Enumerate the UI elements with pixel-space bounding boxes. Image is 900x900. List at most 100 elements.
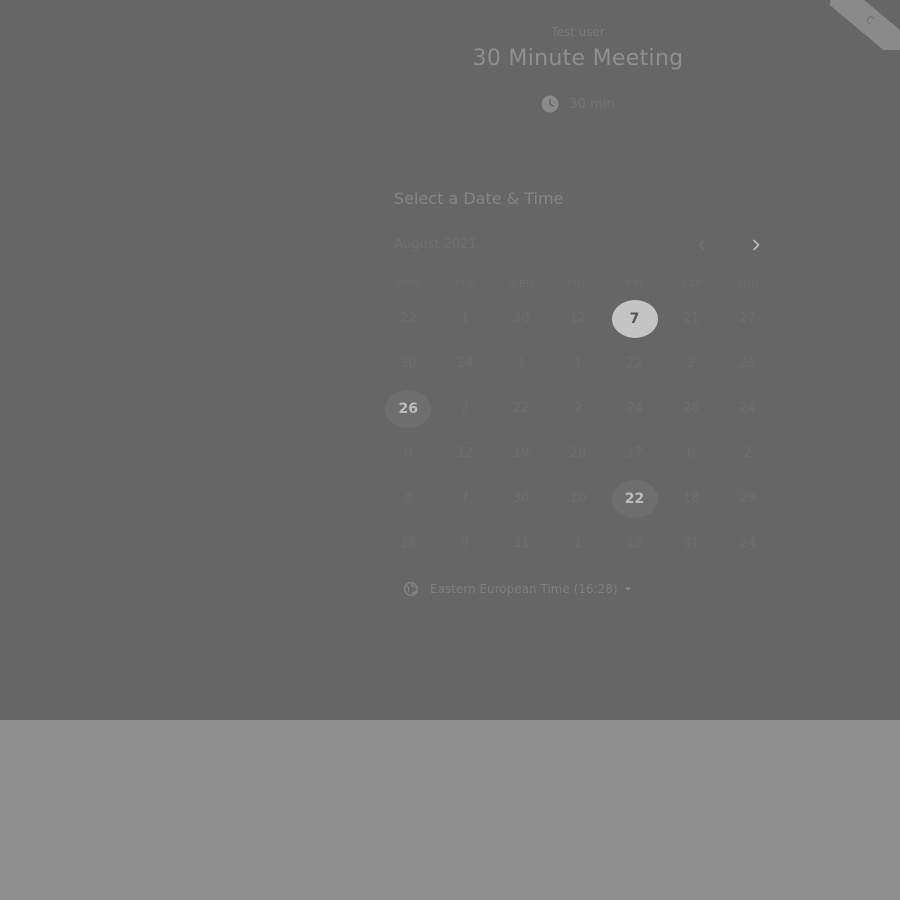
calendar-day-number: 12 bbox=[569, 311, 587, 326]
calendar-day-number: 12 bbox=[456, 446, 474, 461]
calendar-day-number: 28 bbox=[400, 536, 417, 551]
calendar-day: 0 bbox=[663, 431, 720, 476]
calendar-day-number: 18 bbox=[682, 491, 700, 506]
calendar-day: 28 bbox=[550, 431, 607, 476]
calendar-day: 22 bbox=[606, 341, 663, 386]
booking-panel: C Test user 30 Minute Meeting 30 min Sel… bbox=[0, 0, 900, 720]
calendar-day: 2 bbox=[437, 386, 494, 431]
calendar-day: 0 bbox=[380, 431, 437, 476]
weekday-wed: WED bbox=[508, 279, 535, 290]
calendar-day: 18 bbox=[663, 476, 720, 521]
chevron-right-icon bbox=[752, 239, 760, 251]
calendar-day: 1 bbox=[437, 296, 494, 341]
calendar-day-available[interactable]: 26 bbox=[380, 386, 437, 431]
calendar-day-number: 29 bbox=[739, 491, 756, 506]
corner-ribbon-label: C bbox=[830, 0, 900, 50]
calendar-day: 22 bbox=[380, 296, 437, 341]
calendar-day: 19 bbox=[493, 431, 550, 476]
calendar-day-number: 30 bbox=[400, 356, 417, 371]
calendar-day-number: 7 bbox=[611, 299, 658, 338]
calendar-day: 21 bbox=[719, 341, 776, 386]
calendar-day-number: 28 bbox=[682, 401, 700, 416]
calendar-day: 13 bbox=[606, 521, 663, 566]
calendar-day: 12 bbox=[550, 296, 607, 341]
calendar-day-number: 22 bbox=[611, 479, 658, 518]
calendar-day: 9 bbox=[437, 521, 494, 566]
calendar-day: 29 bbox=[719, 476, 776, 521]
weekday-sat: SAT bbox=[680, 279, 702, 290]
calendar-day-number: 2 bbox=[743, 446, 752, 461]
calendar-day-selected[interactable]: 7 bbox=[606, 296, 663, 341]
duration-text: 30 min bbox=[569, 96, 615, 112]
calendar-day-number: 2 bbox=[686, 356, 696, 371]
calendar-day: 27 bbox=[719, 296, 776, 341]
calendar-day-number: 22 bbox=[626, 356, 643, 371]
calendar-day-number: 21 bbox=[739, 356, 756, 371]
timezone-label: Eastern European Time (16:28) bbox=[430, 582, 618, 596]
timezone-selector[interactable]: Eastern European Time (16:28) bbox=[404, 580, 632, 598]
next-month-button[interactable] bbox=[746, 234, 766, 256]
calendar-day-number: 19 bbox=[513, 446, 530, 461]
calendar-day-number: 1 bbox=[460, 311, 469, 326]
calendar-day: 30 bbox=[493, 296, 550, 341]
calendar-day: 2 bbox=[550, 386, 607, 431]
calendar-day: 24 bbox=[606, 386, 663, 431]
calendar-day: 24 bbox=[719, 386, 776, 431]
weekday-tue: TUE bbox=[454, 279, 476, 290]
chevron-left-icon bbox=[698, 239, 705, 251]
calendar-day-number: 30 bbox=[513, 491, 530, 506]
calendar-day-number: 0 bbox=[404, 446, 413, 461]
calendar-day-number: 24 bbox=[456, 356, 474, 371]
weekday-header: MON TUE WED THU FRI SAT SUN bbox=[380, 279, 776, 290]
calendar-day-number: 1 bbox=[573, 536, 583, 551]
calendar-day: 2 bbox=[719, 431, 776, 476]
calendar-day: 1 bbox=[550, 521, 607, 566]
calendar-day: 31 bbox=[663, 521, 720, 566]
globe-icon bbox=[404, 582, 418, 596]
calendar-day: 30 bbox=[493, 476, 550, 521]
clock-icon bbox=[541, 95, 559, 113]
calendar-day-number: 22 bbox=[513, 401, 530, 416]
calendar-day-number: 8 bbox=[404, 491, 413, 506]
calendar-day-available[interactable]: 22 bbox=[606, 476, 663, 521]
previous-month-button[interactable] bbox=[692, 234, 712, 256]
calendar-day: 17 bbox=[606, 431, 663, 476]
event-duration: 30 min bbox=[400, 94, 756, 114]
calendar-day: 2 bbox=[663, 341, 720, 386]
calendar-day-number: 13 bbox=[626, 536, 643, 551]
calendar-day-number: 10 bbox=[569, 491, 587, 506]
weekday-thu: THU bbox=[566, 279, 590, 290]
select-date-title: Select a Date & Time bbox=[394, 189, 564, 208]
calendar-day-number: 2 bbox=[573, 401, 583, 416]
calendar-day: 31 bbox=[493, 521, 550, 566]
calendar-day-number: 7 bbox=[460, 491, 469, 506]
month-label: August 2021 bbox=[394, 237, 477, 252]
host-name: Test user bbox=[551, 25, 605, 39]
booking-page: C Test user 30 Minute Meeting 30 min Sel… bbox=[0, 0, 900, 900]
calendar-day: 28 bbox=[663, 386, 720, 431]
calendar-day-number: 2 bbox=[460, 401, 469, 416]
caret-down-icon bbox=[624, 587, 631, 591]
calendar-day-number: 30 bbox=[513, 311, 530, 326]
calendar-day-number: 1 bbox=[517, 356, 526, 371]
calendar-day-number: 26 bbox=[385, 389, 432, 428]
weekday-mon: MON bbox=[395, 279, 422, 290]
calendar-day-number: 24 bbox=[739, 536, 756, 551]
calendar-day: 10 bbox=[550, 476, 607, 521]
event-title: 30 Minute Meeting bbox=[472, 46, 684, 71]
calendar-day: 1 bbox=[493, 341, 550, 386]
calendar-day-number: 28 bbox=[569, 446, 587, 461]
calendar-day-number: 27 bbox=[739, 311, 756, 326]
calendar-day: 21 bbox=[663, 296, 720, 341]
calendar-day-number: 24 bbox=[739, 401, 756, 416]
calendar-day: 8 bbox=[380, 476, 437, 521]
calendar-day: 12 bbox=[437, 431, 494, 476]
calendar-day: 7 bbox=[437, 476, 494, 521]
calendar-day-number: 21 bbox=[682, 311, 700, 326]
calendar-day-number: 31 bbox=[513, 536, 530, 551]
calendar-day-number: 31 bbox=[682, 536, 700, 551]
calendar-day-number: 22 bbox=[400, 311, 417, 326]
calendar-day: 30 bbox=[380, 341, 437, 386]
calendar-day-number: 1 bbox=[573, 356, 583, 371]
page-footer-area bbox=[0, 720, 900, 900]
